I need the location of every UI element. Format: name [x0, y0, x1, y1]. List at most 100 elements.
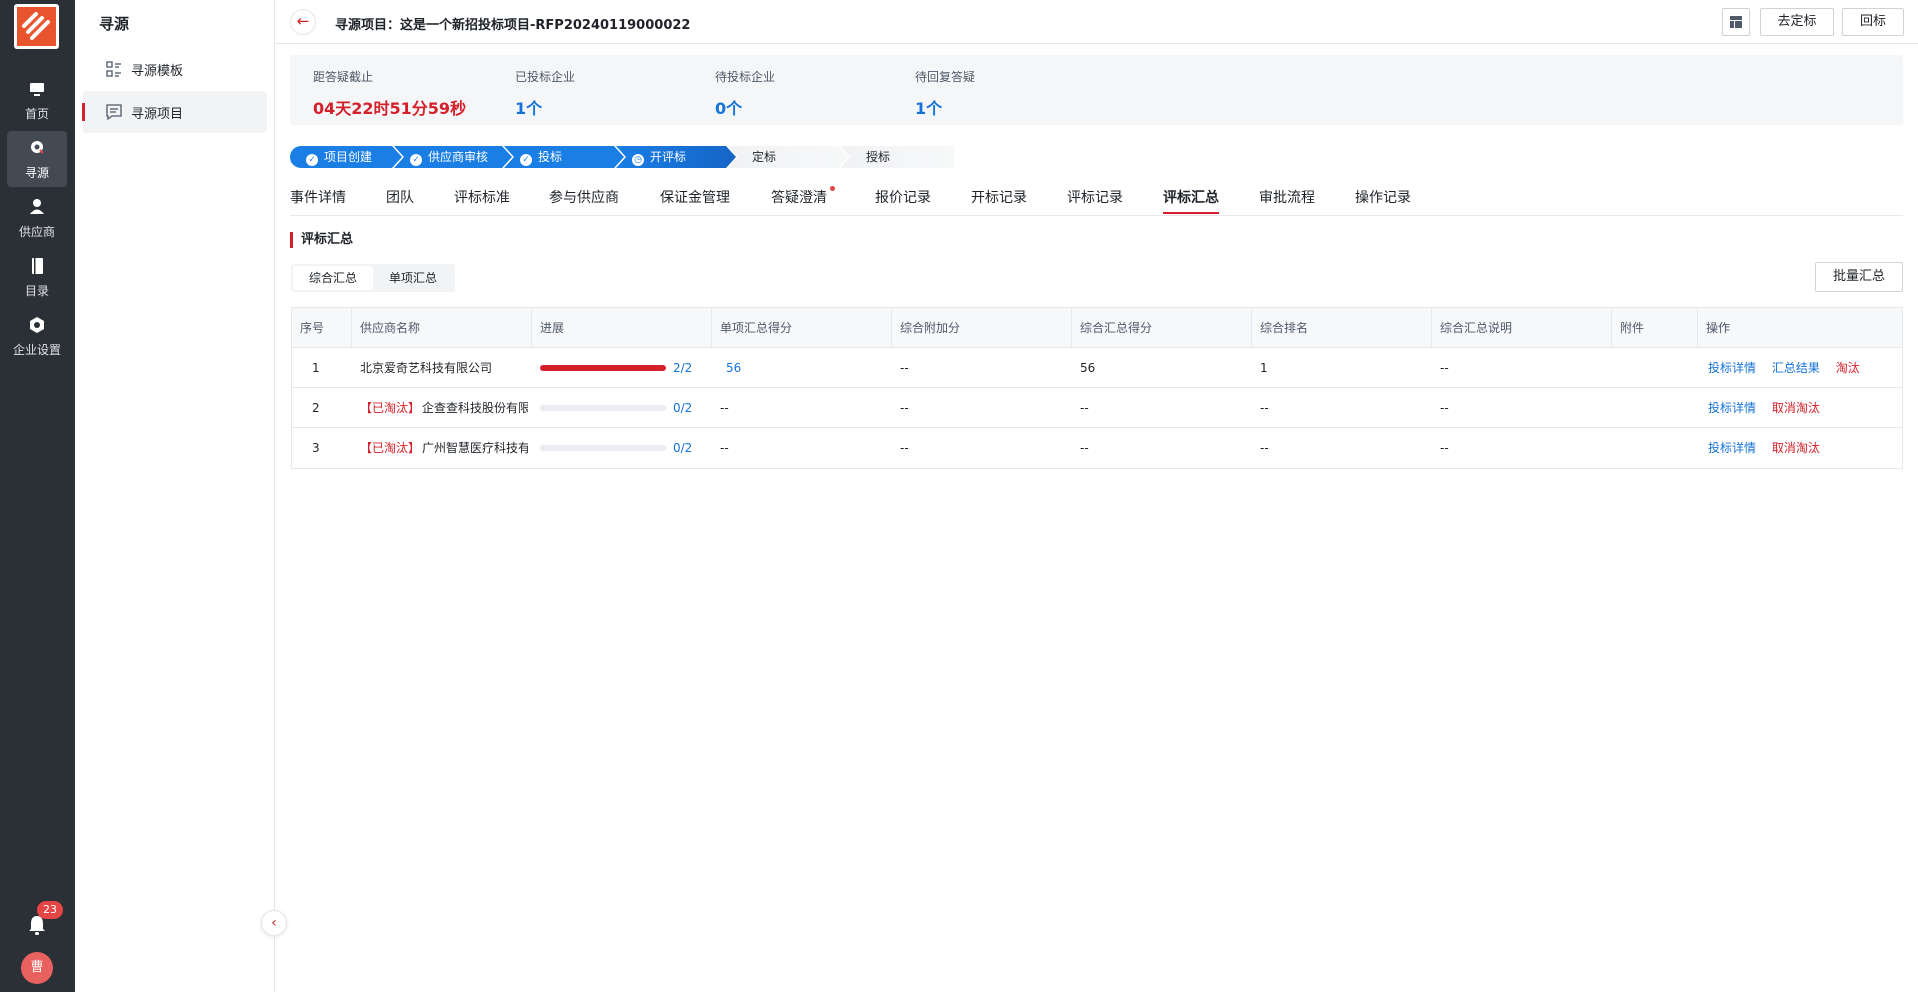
col-header: 附件: [1612, 308, 1698, 348]
settings-icon: [30, 316, 44, 333]
tab-opening-records[interactable]: 开标记录: [971, 187, 1027, 207]
col-header: 单项汇总得分: [712, 308, 892, 348]
summary-result-link[interactable]: 汇总结果: [1772, 348, 1820, 388]
cell-progress: 2/2: [532, 348, 712, 388]
cell-supplier: 北京爱奇艺科技有限公司: [360, 361, 493, 375]
stat-bid-companies: 已投标企业 1个: [515, 68, 575, 119]
stat-value: 1个: [515, 99, 543, 118]
return-bid-button[interactable]: 回标: [1842, 8, 1904, 36]
tab-team[interactable]: 团队: [386, 187, 414, 207]
rail-item-label: 首页: [24, 106, 49, 121]
stat-pending-qa: 待回复答疑 1个: [915, 68, 975, 119]
cell-note: --: [1440, 401, 1449, 415]
cancel-eliminate-link[interactable]: 取消淘汰: [1772, 428, 1820, 468]
tab-bar: 事件详情 团队 评标标准 参与供应商 保证金管理 答疑澄清 报价记录 开标记录 …: [290, 176, 1903, 216]
layout-toggle-button[interactable]: [1722, 8, 1750, 36]
check-circle-icon: ✓: [410, 154, 422, 166]
rail-item-catalog[interactable]: 目录: [7, 249, 67, 305]
cell-attachment: [1612, 388, 1698, 428]
stat-label: 距答疑截止: [313, 70, 374, 84]
bid-details-link[interactable]: 投标详情: [1708, 428, 1756, 468]
stat-label: 已投标企业: [515, 70, 576, 84]
tab-operation-log[interactable]: 操作记录: [1355, 187, 1411, 207]
cell-note: --: [1440, 441, 1449, 455]
cell-no: 1: [312, 361, 320, 375]
tab-evaluation-summary[interactable]: 评标汇总: [1163, 187, 1219, 214]
supplier-name: 广州智慧医疗科技有限公司: [422, 441, 528, 455]
eliminated-tag: 【已淘汰】: [360, 441, 421, 455]
app-root: 首页 寻源 供应商 目录 企业设置 23 曹 寻源 寻源模板 寻源项目 ‹ ← …: [0, 0, 1918, 992]
supplier-icon: [30, 198, 44, 214]
avatar[interactable]: 曹: [21, 952, 53, 984]
table-row: 2 【已淘汰】企查查科技股份有限公司 0/2 -- -- -- -- -- 投标…: [292, 388, 1902, 428]
bid-details-link[interactable]: 投标详情: [1708, 388, 1756, 428]
step-label: 定标: [752, 150, 777, 164]
cell-progress: 0/2: [532, 428, 712, 468]
tab-quote-records[interactable]: 报价记录: [875, 187, 931, 207]
cell-extra: --: [900, 361, 909, 375]
stat-value: 0个: [715, 99, 743, 118]
cell-actions: 投标详情 汇总结果 淘汰: [1698, 348, 1902, 388]
clock-icon: ◷: [632, 154, 644, 166]
tab-suppliers[interactable]: 参与供应商: [549, 187, 619, 207]
seg-comprehensive[interactable]: 综合汇总: [293, 266, 374, 290]
rail-item-sourcing[interactable]: 寻源: [7, 131, 67, 187]
sidebar-item-template[interactable]: 寻源模板: [83, 48, 267, 90]
col-header: 综合汇总说明: [1432, 308, 1612, 348]
tab-criteria[interactable]: 评标标准: [454, 187, 510, 207]
template-list-icon: [106, 61, 121, 77]
rail-item-supplier[interactable]: 供应商: [7, 190, 67, 246]
step-label: 开评标: [650, 150, 687, 164]
tab-approval[interactable]: 审批流程: [1259, 187, 1315, 207]
seg-single[interactable]: 单项汇总: [373, 266, 453, 290]
award-button[interactable]: 去定标: [1760, 8, 1834, 36]
cell-rank: --: [1260, 441, 1269, 455]
bid-details-link[interactable]: 投标详情: [1708, 348, 1756, 388]
sidebar-item-project[interactable]: 寻源项目: [82, 91, 267, 133]
cell-single-score: --: [720, 441, 729, 455]
summary-segmented-control: 综合汇总 单项汇总: [291, 264, 456, 292]
cancel-eliminate-link[interactable]: 取消淘汰: [1772, 388, 1820, 428]
rail-item-label: 目录: [24, 283, 49, 298]
cell-actions: 投标详情 取消淘汰: [1698, 388, 1902, 428]
rail-item-label: 寻源: [24, 165, 49, 180]
eliminated-tag: 【已淘汰】: [360, 401, 421, 415]
col-header: 操作: [1706, 321, 1731, 335]
progress-text: 2/2: [673, 361, 693, 375]
step-label: 投标: [538, 150, 563, 164]
brand-logo: [14, 4, 59, 49]
cell-single-score: --: [720, 401, 729, 415]
supplier-name: 企查查科技股份有限公司: [422, 401, 528, 415]
check-circle-icon: ✓: [520, 154, 532, 166]
step-label: 项目创建: [324, 150, 373, 164]
stat-label: 待回复答疑: [915, 70, 976, 84]
eliminate-link[interactable]: 淘汰: [1836, 348, 1860, 388]
stat-qa-deadline: 距答疑截止 04天22时51分59秒: [313, 68, 466, 119]
search-source-icon: [31, 140, 44, 154]
col-header: 供应商名称: [352, 308, 532, 348]
catalog-icon: [32, 257, 43, 274]
tab-evaluation-records[interactable]: 评标记录: [1067, 187, 1123, 207]
back-button[interactable]: ←: [290, 9, 316, 35]
chat-doc-icon: [106, 104, 122, 121]
tab-qa[interactable]: 答疑澄清: [771, 186, 835, 207]
secondary-sidebar: 寻源 寻源模板 寻源项目: [75, 0, 275, 992]
progress-text: 0/2: [673, 441, 693, 455]
rail-item-home[interactable]: 首页: [7, 72, 67, 128]
cell-attachment: [1612, 428, 1698, 468]
rail-item-settings[interactable]: 企业设置: [7, 308, 67, 364]
cell-no: 3: [312, 441, 320, 455]
stat-label: 待投标企业: [715, 70, 776, 84]
progress-bar: [540, 445, 666, 451]
cell-note: --: [1440, 361, 1449, 375]
cell-supplier: 【已淘汰】企查查科技股份有限公司: [352, 388, 528, 428]
batch-summary-button[interactable]: 批量汇总: [1815, 262, 1903, 292]
table-header: 序号 供应商名称 进展 单项汇总得分 综合附加分 综合汇总得分 综合排名 综合汇…: [292, 308, 1902, 348]
tab-label: 答疑澄清: [771, 190, 827, 206]
layout-icon: [1730, 16, 1742, 28]
step-label: 供应商审核: [428, 150, 489, 164]
single-score-link[interactable]: 56: [726, 361, 741, 375]
sidebar-title: 寻源: [99, 15, 130, 33]
tab-event-details[interactable]: 事件详情: [290, 187, 346, 207]
tab-deposit[interactable]: 保证金管理: [660, 187, 730, 207]
